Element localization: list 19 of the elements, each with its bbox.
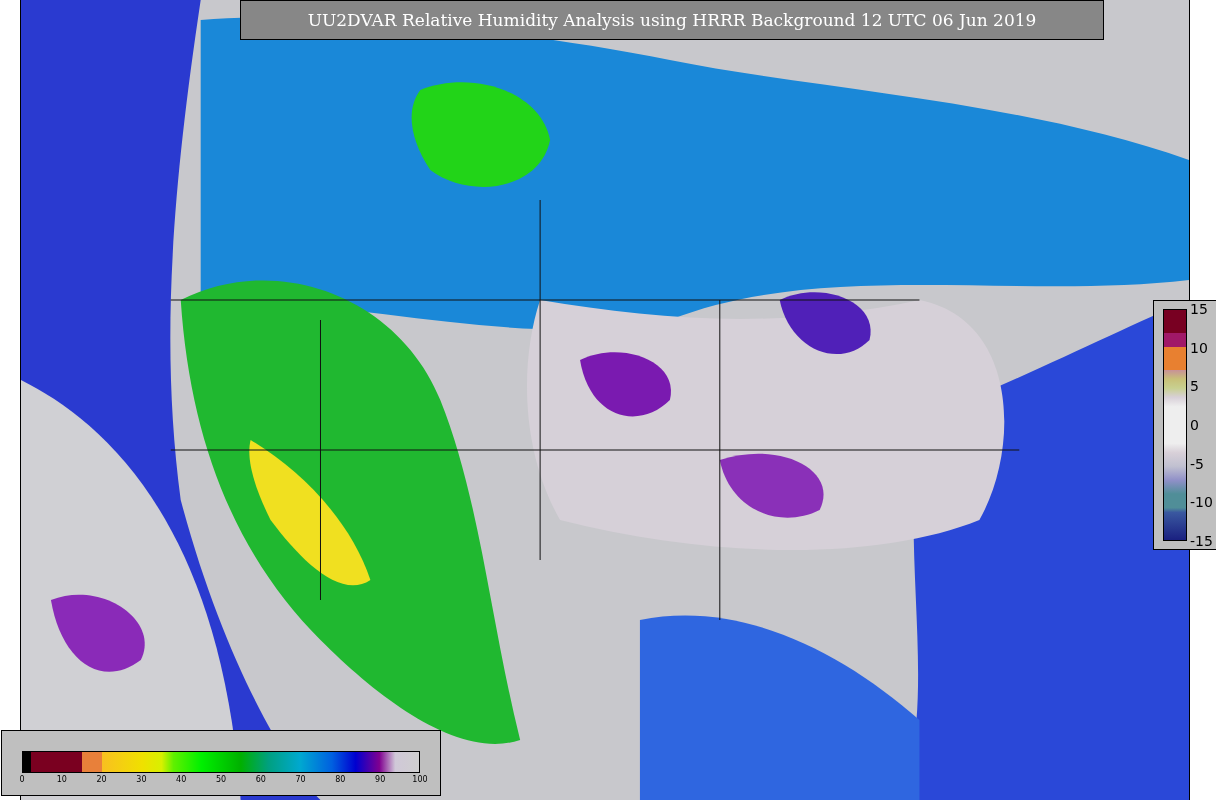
scale-label: 50 — [214, 775, 228, 784]
scale-label: 20 — [95, 775, 108, 784]
scale-label: 30 — [135, 775, 148, 784]
scale-label: 60 — [254, 775, 267, 784]
scale-label: -10 — [1190, 494, 1213, 511]
scale-label: 5 — [1190, 378, 1200, 395]
map-title: UU2DVAR Relative Humidity Analysis using HRRR Background 12 UTC 06 Jun 2019 — [240, 0, 1104, 40]
scale-label: 100 — [411, 775, 428, 784]
scale-label: 40 — [175, 775, 188, 784]
scale-label: 15 — [1190, 301, 1209, 317]
scale-label: 10 — [1190, 339, 1209, 356]
scale-label: 90 — [374, 775, 387, 784]
scale-label: -15 — [1190, 532, 1213, 549]
scale-label: -5 — [1190, 455, 1205, 472]
scale-label: 0 — [1190, 416, 1200, 433]
scale-label: 10 — [55, 775, 68, 784]
scale-label: 0 — [18, 775, 26, 784]
scale-label: 70 — [294, 775, 307, 784]
scale-label: 80 — [334, 775, 347, 784]
